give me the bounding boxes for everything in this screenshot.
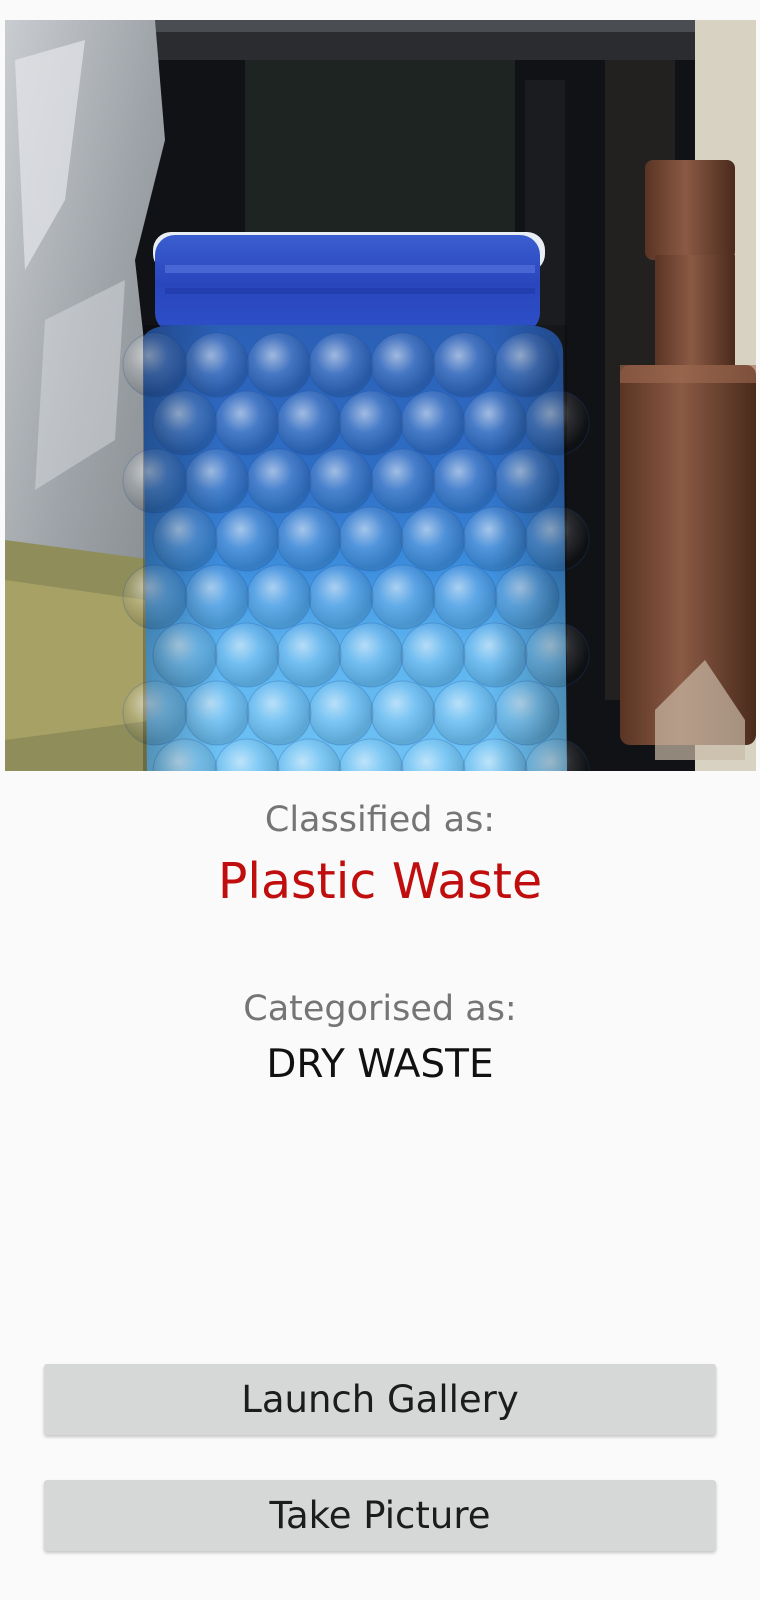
classification-value: Plastic Waste bbox=[217, 853, 543, 910]
waste-photo-illustration bbox=[5, 20, 756, 771]
classification-section: Classified as: Plastic Waste bbox=[0, 796, 760, 914]
categorised-as-label: Categorised as: bbox=[243, 989, 517, 1029]
category-value: DRY WASTE bbox=[266, 1042, 494, 1087]
take-picture-button[interactable]: Take Picture bbox=[44, 1480, 716, 1551]
classified-as-label: Classified as: bbox=[264, 800, 496, 840]
classification-screen: Classified as: Plastic Waste Categorised… bbox=[0, 0, 760, 1600]
category-section: Categorised as: DRY WASTE bbox=[0, 985, 760, 1091]
captured-photo bbox=[5, 20, 756, 771]
launch-gallery-button[interactable]: Launch Gallery bbox=[44, 1364, 716, 1435]
